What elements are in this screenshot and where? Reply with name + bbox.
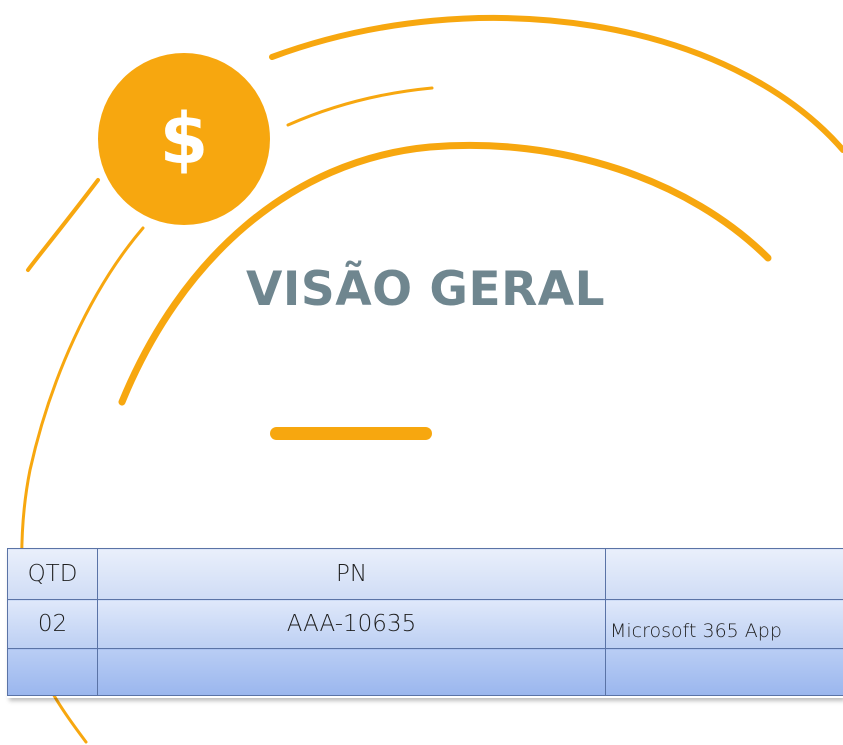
- items-table: QTD PN 02 AAA-10635 Microsoft 365 App: [7, 548, 843, 696]
- cell-desc-text: Microsoft 365 App: [610, 620, 782, 642]
- table-header-row: QTD PN: [7, 548, 843, 600]
- page-title: VISÃO GERAL: [246, 262, 606, 317]
- thin-arc: [286, 86, 434, 127]
- cell-desc: Microsoft 365 App: [605, 599, 843, 649]
- header-desc: [605, 548, 843, 600]
- cell-qtd: 02: [7, 599, 98, 649]
- header-qtd: QTD: [7, 548, 98, 600]
- header-pn: PN: [97, 548, 606, 600]
- outer-arc: [269, 14, 843, 153]
- cell-qtd-empty: [7, 648, 98, 696]
- table-row: 02 AAA-10635 Microsoft 365 App: [7, 599, 843, 649]
- dollar-coin-icon: $: [98, 53, 270, 225]
- cell-pn-empty: [97, 648, 606, 696]
- cell-pn: AAA-10635: [97, 599, 606, 649]
- outer-arc-left: [26, 178, 100, 272]
- table-row-empty: [7, 648, 843, 696]
- cell-desc-empty: [605, 648, 843, 696]
- title-underline: [270, 427, 432, 440]
- items-table-container: QTD PN 02 AAA-10635 Microsoft 365 App: [7, 548, 843, 698]
